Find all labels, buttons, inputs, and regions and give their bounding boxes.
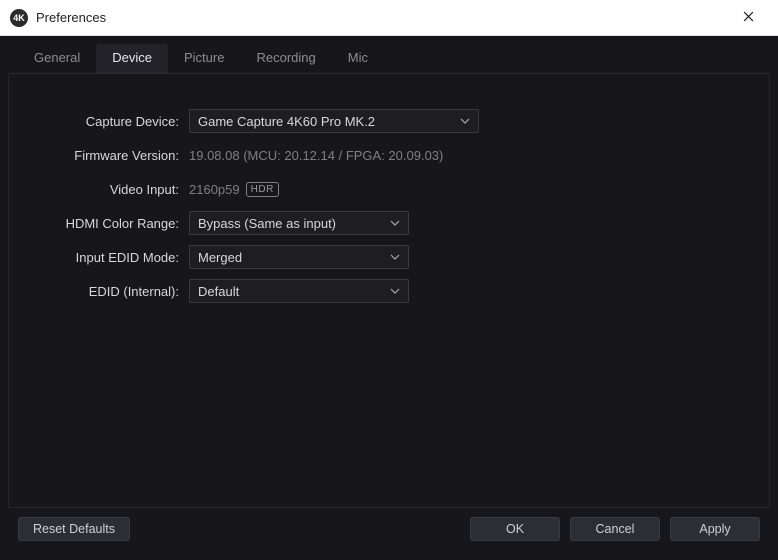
close-button[interactable] xyxy=(728,0,768,36)
apply-button[interactable]: Apply xyxy=(670,517,760,541)
hdmi-color-range-value: Bypass (Same as input) xyxy=(198,216,336,231)
close-icon xyxy=(743,9,754,27)
capture-device-value: Game Capture 4K60 Pro MK.2 xyxy=(198,114,375,129)
tab-general[interactable]: General xyxy=(18,44,96,74)
tab-device[interactable]: Device xyxy=(96,44,168,74)
row-firmware-version: Firmware Version: 19.08.08 (MCU: 20.12.1… xyxy=(29,138,749,172)
chevron-down-icon xyxy=(390,286,400,296)
chevron-down-icon xyxy=(390,252,400,262)
hdr-badge: HDR xyxy=(246,182,279,197)
label-capture-device: Capture Device: xyxy=(29,114,189,129)
app-icon: 4K xyxy=(10,9,28,27)
reset-defaults-button[interactable]: Reset Defaults xyxy=(18,517,130,541)
footer: Reset Defaults OK Cancel Apply xyxy=(8,508,770,554)
label-video-input: Video Input: xyxy=(29,182,189,197)
video-input-value: 2160p59 HDR xyxy=(189,182,279,197)
row-hdmi-color-range: HDMI Color Range: Bypass (Same as input) xyxy=(29,206,749,240)
label-hdmi-color-range: HDMI Color Range: xyxy=(29,216,189,231)
video-input-resolution: 2160p59 xyxy=(189,182,240,197)
tabs: General Device Picture Recording Mic xyxy=(8,44,770,74)
tab-picture[interactable]: Picture xyxy=(168,44,240,74)
preferences-window: 4K Preferences General Device Picture Re… xyxy=(0,0,778,560)
row-edid-internal: EDID (Internal): Default xyxy=(29,274,749,308)
input-edid-mode-value: Merged xyxy=(198,250,242,265)
edid-internal-select[interactable]: Default xyxy=(189,279,409,303)
tab-mic[interactable]: Mic xyxy=(332,44,384,74)
label-edid-internal: EDID (Internal): xyxy=(29,284,189,299)
edid-internal-value: Default xyxy=(198,284,239,299)
firmware-version-value: 19.08.08 (MCU: 20.12.14 / FPGA: 20.09.03… xyxy=(189,148,443,163)
hdmi-color-range-select[interactable]: Bypass (Same as input) xyxy=(189,211,409,235)
chevron-down-icon xyxy=(390,218,400,228)
row-video-input: Video Input: 2160p59 HDR xyxy=(29,172,749,206)
window-title: Preferences xyxy=(36,10,728,25)
device-panel: Capture Device: Game Capture 4K60 Pro MK… xyxy=(8,73,770,508)
chevron-down-icon xyxy=(460,116,470,126)
ok-button[interactable]: OK xyxy=(470,517,560,541)
label-input-edid-mode: Input EDID Mode: xyxy=(29,250,189,265)
row-capture-device: Capture Device: Game Capture 4K60 Pro MK… xyxy=(29,104,749,138)
titlebar: 4K Preferences xyxy=(0,0,778,36)
tab-recording[interactable]: Recording xyxy=(240,44,331,74)
cancel-button[interactable]: Cancel xyxy=(570,517,660,541)
label-firmware-version: Firmware Version: xyxy=(29,148,189,163)
row-input-edid-mode: Input EDID Mode: Merged xyxy=(29,240,749,274)
input-edid-mode-select[interactable]: Merged xyxy=(189,245,409,269)
capture-device-select[interactable]: Game Capture 4K60 Pro MK.2 xyxy=(189,109,479,133)
body: General Device Picture Recording Mic Cap… xyxy=(0,36,778,560)
